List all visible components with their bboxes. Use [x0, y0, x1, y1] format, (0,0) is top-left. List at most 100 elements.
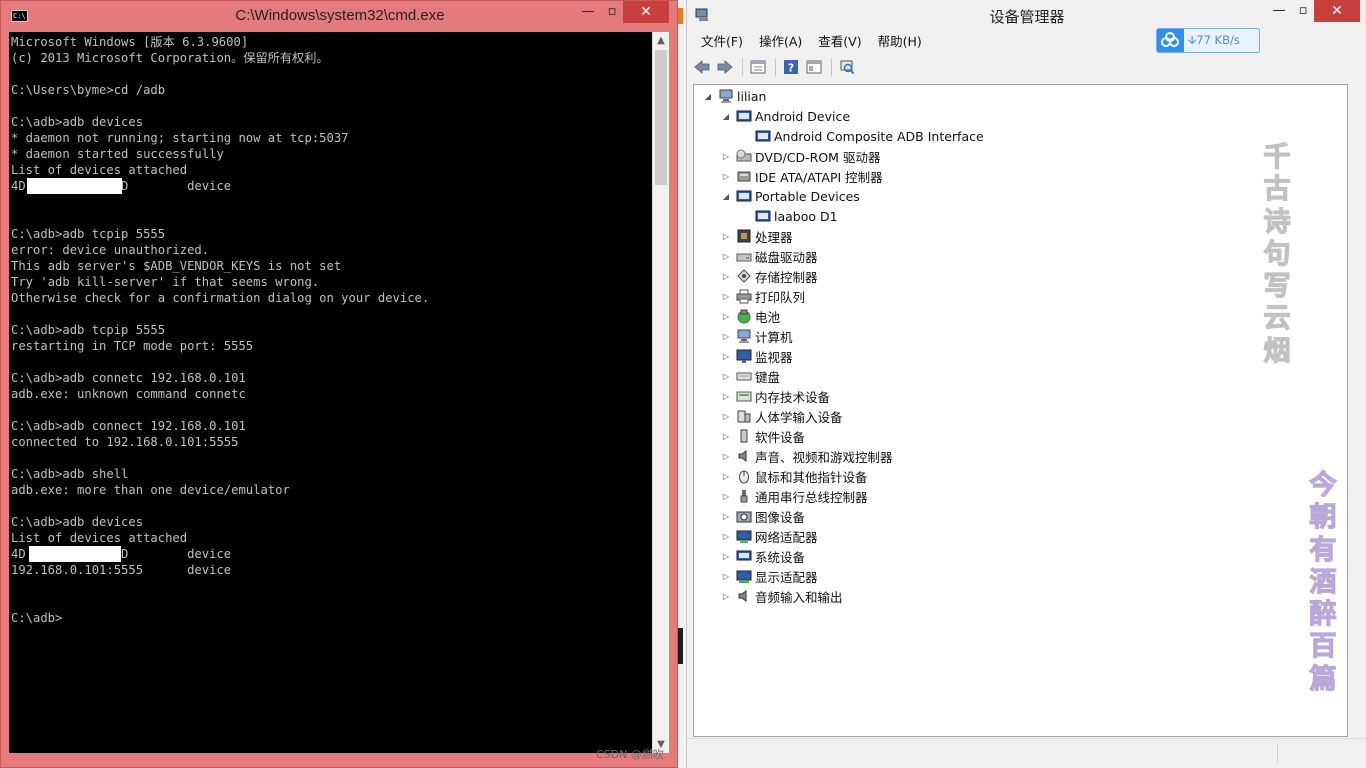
expand-arrow-icon[interactable]: ▷ — [720, 272, 732, 281]
expand-arrow-icon[interactable]: ▷ — [720, 292, 732, 301]
poem-character: 古 — [1263, 174, 1291, 206]
expand-arrow-icon[interactable]: ▷ — [720, 532, 732, 541]
expand-arrow-icon[interactable]: ▷ — [720, 332, 732, 341]
svg-text:?: ? — [788, 62, 794, 75]
cmd-titlebar[interactable]: C:\ C:\Windows\system32\cmd.exe — ▫ ✕ — [1, 1, 677, 31]
tree-node-label: 系统设备 — [755, 549, 806, 565]
expand-arrow-icon[interactable]: ▷ — [720, 412, 732, 421]
expand-arrow-icon[interactable]: ▷ — [720, 352, 732, 361]
expand-arrow-icon[interactable]: ▷ — [720, 232, 732, 241]
forward-arrow-icon[interactable] — [716, 58, 734, 76]
expand-arrow-icon[interactable]: ▷ — [720, 252, 732, 261]
scan-hardware-icon[interactable] — [838, 58, 856, 76]
menu-help[interactable]: 帮助(H) — [870, 32, 930, 52]
tree-node[interactable]: ▷ 计算机 — [720, 326, 793, 346]
menu-view[interactable]: 查看(V) — [810, 32, 869, 52]
console-line: connected to 192.168.0.101:5555 — [11, 435, 239, 449]
back-arrow-icon[interactable] — [693, 58, 711, 76]
console-line: List of devices attached — [11, 531, 188, 545]
tree-node[interactable]: ◢ Portable Devices — [720, 186, 860, 206]
expand-arrow-icon[interactable]: ▷ — [720, 312, 732, 321]
tree-node-label: laaboo D1 — [774, 208, 838, 224]
properties-icon[interactable] — [749, 58, 767, 76]
tree-node[interactable]: ▷ 打印队列 — [720, 286, 805, 306]
device-tree[interactable]: ◢ lilian ◢ Android Device Android Composite … — [693, 84, 1348, 737]
expand-arrow-icon[interactable]: ▷ — [720, 492, 732, 501]
tree-node[interactable]: ▷ 处理器 — [720, 226, 793, 246]
tree-node[interactable]: ▷ 网络适配器 — [720, 526, 818, 546]
menu-file[interactable]: 文件(F) — [693, 32, 751, 52]
tree-node[interactable]: ▷ 内存技术设备 — [720, 386, 830, 406]
expand-arrow-icon[interactable]: ▷ — [720, 592, 732, 601]
collapse-arrow-icon[interactable]: ◢ — [720, 112, 732, 121]
tree-node-label: 键盘 — [755, 369, 781, 385]
cmd-vertical-scrollbar[interactable]: ▲ ▼ — [652, 32, 669, 753]
console-line: C:\adb>adb devices — [11, 515, 144, 529]
scroll-thumb[interactable] — [655, 50, 667, 185]
background-window-strip — [678, 0, 686, 768]
tree-node[interactable]: ◢ Android Device — [720, 106, 850, 126]
expand-arrow-icon[interactable]: ▷ — [720, 472, 732, 481]
tree-node[interactable]: ▷ 键盘 — [720, 366, 780, 386]
scroll-up-icon[interactable]: ▲ — [653, 32, 669, 49]
tree-node[interactable]: laaboo D1 — [739, 206, 838, 226]
devmgr-close-button[interactable]: ✕ — [1314, 0, 1360, 22]
collapse-arrow-icon[interactable]: ◢ — [702, 92, 714, 101]
network-speed-badge[interactable]: 🡫77 KB/s — [1156, 28, 1260, 53]
tree-node[interactable]: ▷ IDE ATA/ATAPI 控制器 — [720, 166, 883, 186]
expand-arrow-icon[interactable]: ▷ — [720, 172, 732, 181]
expand-arrow-icon[interactable]: ▷ — [720, 552, 732, 561]
tree-node[interactable]: ▷ 鼠标和其他指针设备 — [720, 466, 868, 486]
poem-character: 云 — [1263, 303, 1291, 335]
poem-character: 句 — [1263, 238, 1291, 270]
tree-node[interactable]: ▷ 显示适配器 — [720, 566, 818, 586]
tree-node[interactable]: ▷ DVD/CD-ROM 驱动器 — [720, 146, 880, 166]
poem-character: 篇 — [1309, 663, 1337, 695]
console-line: restarting in TCP mode port: 5555 — [11, 339, 254, 353]
menu-action[interactable]: 操作(A) — [751, 32, 810, 52]
tree-node-label: 电池 — [755, 309, 781, 325]
disk-drive-icon — [736, 253, 752, 262]
expand-arrow-icon[interactable]: ▷ — [720, 392, 732, 401]
view-icon[interactable] — [805, 58, 823, 76]
tree-node[interactable]: ▷ 软件设备 — [720, 426, 805, 446]
menu-bar: 文件(F) 操作(A) 查看(V) 帮助(H) — [693, 32, 930, 52]
tree-node[interactable]: ▷ 通用串行总线控制器 — [720, 486, 868, 506]
tree-node-label: 监视器 — [755, 349, 793, 365]
tree-node-label: Portable Devices — [755, 188, 860, 204]
expand-arrow-icon[interactable]: ▷ — [720, 512, 732, 521]
processor-icon — [737, 229, 751, 243]
tree-node[interactable]: ▷ 人体学输入设备 — [720, 406, 843, 426]
tree-node[interactable]: ▷ 系统设备 — [720, 546, 805, 566]
tree-node[interactable]: ▷ 磁盘驱动器 — [720, 246, 818, 266]
tree-node[interactable]: ▷ 图像设备 — [720, 506, 805, 526]
cmd-close-button[interactable]: ✕ — [623, 1, 669, 23]
tree-node[interactable]: ▷ 存储控制器 — [720, 266, 818, 286]
collapse-arrow-icon[interactable]: ◢ — [720, 192, 732, 201]
tree-node[interactable]: ▷ 声音、视频和游戏控制器 — [720, 446, 893, 466]
tree-node[interactable]: ▷ 监视器 — [720, 346, 793, 366]
expand-arrow-icon[interactable]: ▷ — [720, 432, 732, 441]
tree-node-label: 音频输入和输出 — [755, 589, 843, 605]
expand-arrow-icon[interactable]: ▷ — [720, 452, 732, 461]
tree-node[interactable]: ▷ 电池 — [720, 306, 780, 326]
tree-node-label: 图像设备 — [755, 509, 806, 525]
tree-node[interactable]: Android Composite ADB Interface — [739, 126, 984, 146]
help-icon[interactable]: ? — [782, 58, 800, 76]
expand-arrow-icon[interactable]: ▷ — [720, 152, 732, 161]
expand-arrow-icon[interactable]: ▷ — [720, 572, 732, 581]
expand-arrow-icon[interactable]: ▷ — [720, 372, 732, 381]
tree-vertical-scrollbar[interactable] — [1348, 84, 1365, 737]
console-line: (c) 2013 Microsoft Corporation。保留所有权利。 — [11, 51, 329, 65]
console-line: adb.exe: unknown command connetc — [11, 387, 246, 401]
console-line: C:\adb>adb connetc 192.168.0.101 — [11, 371, 246, 385]
console-line: This adb server's $ADB_VENDOR_KEYS is no… — [11, 259, 342, 273]
console-output[interactable]: Microsoft Windows [版本 6.3.9600] (c) 2013 … — [9, 32, 652, 753]
audio-io-icon — [738, 590, 747, 602]
devmgr-titlebar[interactable]: 设备管理器 — ▫ ✕ — [687, 0, 1366, 30]
tree-node[interactable]: ◢ lilian — [702, 86, 767, 106]
camera-icon — [736, 511, 752, 523]
tree-node[interactable]: ▷ 音频输入和输出 — [720, 586, 843, 606]
